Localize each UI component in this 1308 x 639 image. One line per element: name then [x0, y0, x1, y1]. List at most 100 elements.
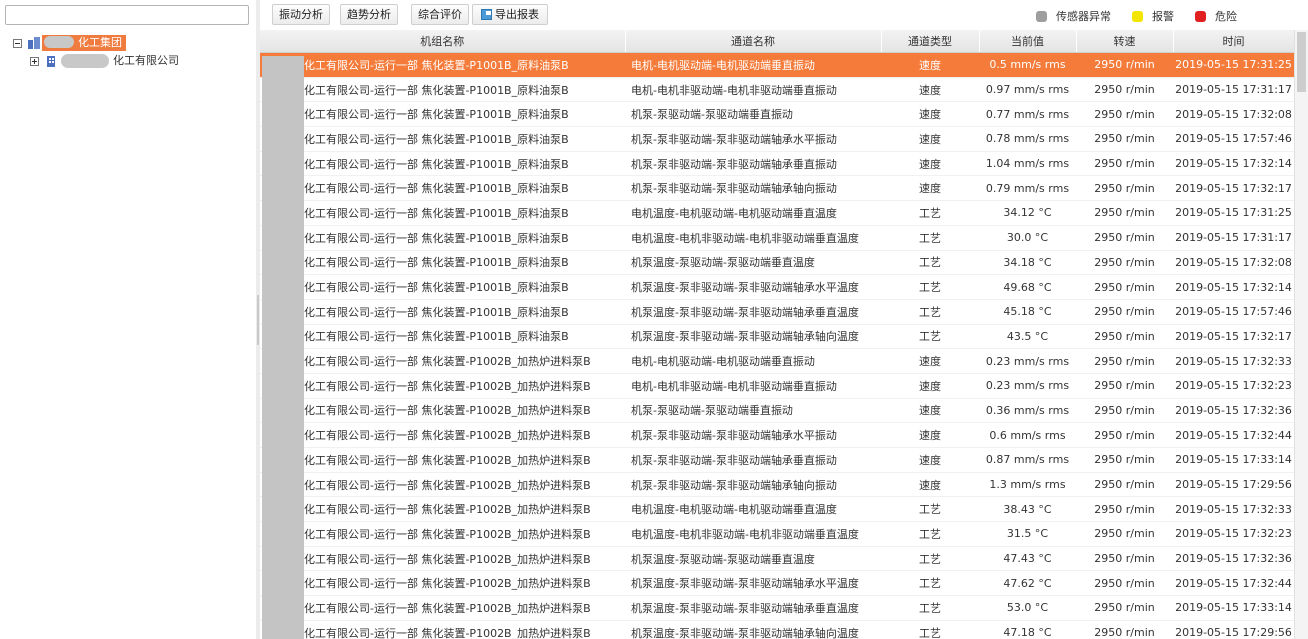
cell-unit: 化工有限公司-运行一部 焦化装置-P1001B_原料油泵B [260, 274, 625, 300]
legend-sensor-fault: 传感器异常 [1036, 8, 1111, 24]
splitter-grip[interactable] [257, 295, 259, 345]
legend-swatch-yellow [1132, 10, 1143, 22]
cell-time: 2019-05-15 17:32:23 [1173, 373, 1294, 399]
column-header-channel[interactable]: 通道名称 [625, 30, 882, 53]
tree-node-child[interactable]: 化工有限公司 [30, 53, 179, 69]
table-row[interactable]: 化工有限公司-运行一部 焦化装置-P1002B_加热炉进料泵B 机泵温度-泵非驱动… [260, 570, 1294, 597]
table-row[interactable]: 化工有限公司-运行一部 焦化装置-P1002B_加热炉进料泵B 电机-电机驱动端-… [260, 348, 1294, 374]
cell-time: 2019-05-15 17:32:08 [1173, 101, 1294, 128]
table-row[interactable]: 化工有限公司-运行一部 焦化装置-P1001B_原料油泵B 电机-电机驱动端-电机… [260, 52, 1294, 78]
cell-time: 2019-05-15 17:31:25 [1173, 52, 1294, 78]
cell-channel: 机泵-泵非驱动端-泵非驱动端轴承垂直振动 [625, 447, 881, 473]
table-row[interactable]: 化工有限公司-运行一部 焦化装置-P1002B_加热炉进料泵B 机泵-泵非驱动端-… [260, 472, 1294, 498]
table-row[interactable]: 化工有限公司-运行一部 焦化装置-P1002B_加热炉进料泵B 机泵-泵非驱动端-… [260, 447, 1294, 473]
tree-node-root[interactable]: 化工集团 [13, 35, 126, 51]
cell-speed: 2950 r/min [1076, 250, 1173, 276]
cell-time: 2019-05-15 17:31:17 [1173, 225, 1294, 251]
cell-unit: 化工有限公司-运行一部 焦化装置-P1001B_原料油泵B [260, 299, 625, 325]
table-row[interactable]: 化工有限公司-运行一部 焦化装置-P1002B_加热炉进料泵B 电机-电机非驱动端… [260, 373, 1294, 399]
vibration-analysis-button[interactable]: 振动分析 [272, 4, 330, 25]
cell-value: 30.0 °C [979, 225, 1076, 251]
export-report-label: 导出报表 [495, 8, 539, 21]
table-row[interactable]: 化工有限公司-运行一部 焦化装置-P1001B_原料油泵B 机泵-泵驱动端-泵驱动… [260, 101, 1294, 128]
cell-speed: 2950 r/min [1076, 546, 1173, 572]
column-header-time[interactable]: 时间 [1173, 30, 1294, 53]
child-label-text: 化工有限公司 [113, 54, 179, 67]
table-row[interactable]: 化工有限公司-运行一部 焦化装置-P1001B_原料油泵B 机泵-泵非驱动端-泵非… [260, 175, 1294, 202]
cell-unit: 化工有限公司-运行一部 焦化装置-P1002B_加热炉进料泵B [260, 620, 625, 639]
table-row[interactable]: 化工有限公司-运行一部 焦化装置-P1002B_加热炉进料泵B 机泵-泵非驱动端-… [260, 422, 1294, 448]
table-row[interactable]: 化工有限公司-运行一部 焦化装置-P1001B_原料油泵B 电机-电机非驱动端-电… [260, 77, 1294, 103]
cell-time: 2019-05-15 17:57:46 [1173, 126, 1294, 152]
vertical-scrollbar[interactable] [1294, 30, 1308, 639]
tree-node-child-label[interactable]: 化工有限公司 [61, 54, 179, 68]
cell-channel: 电机温度-电机非驱动端-电机非驱动端垂直温度 [625, 225, 881, 251]
table-row[interactable]: 化工有限公司-运行一部 焦化装置-P1002B_加热炉进料泵B 电机温度-电机驱动… [260, 496, 1294, 523]
cell-time: 2019-05-15 17:32:14 [1173, 151, 1294, 177]
table-row[interactable]: 化工有限公司-运行一部 焦化装置-P1001B_原料油泵B 机泵温度-泵非驱动端-… [260, 274, 1294, 300]
redacted-mask [61, 54, 109, 68]
cell-value: 0.36 mm/s rms [979, 398, 1076, 424]
table-row[interactable]: 化工有限公司-运行一部 焦化装置-P1002B_加热炉进料泵B 机泵温度-泵非驱动… [260, 620, 1294, 639]
cell-value: 38.43 °C [979, 496, 1076, 523]
scrollbar-thumb[interactable] [1297, 32, 1306, 92]
cell-channel: 机泵温度-泵驱动端-泵驱动端垂直温度 [625, 546, 881, 572]
table-row[interactable]: 化工有限公司-运行一部 焦化装置-P1002B_加热炉进料泵B 机泵温度-泵非驱动… [260, 595, 1294, 621]
cell-value: 0.6 mm/s rms [979, 422, 1076, 448]
table-row[interactable]: 化工有限公司-运行一部 焦化装置-P1001B_原料油泵B 机泵-泵非驱动端-泵非… [260, 151, 1294, 177]
cell-channel: 电机-电机非驱动端-电机非驱动端垂直振动 [625, 373, 881, 399]
cell-unit: 化工有限公司-运行一部 焦化装置-P1002B_加热炉进料泵B [260, 546, 625, 572]
cell-speed: 2950 r/min [1076, 274, 1173, 300]
cell-time: 2019-05-15 17:32:08 [1173, 250, 1294, 276]
cell-type: 工艺 [881, 620, 979, 639]
cell-speed: 2950 r/min [1076, 77, 1173, 103]
table-row[interactable]: 化工有限公司-运行一部 焦化装置-P1001B_原料油泵B 机泵-泵非驱动端-泵非… [260, 126, 1294, 152]
cell-unit: 化工有限公司-运行一部 焦化装置-P1002B_加热炉进料泵B [260, 373, 625, 399]
export-report-button[interactable]: 导出报表 [472, 4, 548, 25]
cell-unit: 化工有限公司-运行一部 焦化装置-P1001B_原料油泵B [260, 126, 625, 152]
cell-time: 2019-05-15 17:29:56 [1173, 620, 1294, 639]
redacted-mask [44, 36, 74, 48]
cell-value: 49.68 °C [979, 274, 1076, 300]
legend-danger: 危险 [1195, 8, 1237, 24]
cell-value: 0.23 mm/s rms [979, 373, 1076, 399]
cell-channel: 电机温度-电机驱动端-电机驱动端垂直温度 [625, 496, 881, 523]
cell-time: 2019-05-15 17:31:25 [1173, 200, 1294, 226]
cell-channel: 电机温度-电机非驱动端-电机非驱动端垂直温度 [625, 521, 881, 547]
table-row[interactable]: 化工有限公司-运行一部 焦化装置-P1001B_原料油泵B 机泵温度-泵非驱动端-… [260, 299, 1294, 325]
collapse-icon[interactable] [13, 38, 22, 48]
cell-value: 0.5 mm/s rms [979, 52, 1076, 78]
column-header-speed[interactable]: 转速 [1076, 30, 1174, 53]
table-row[interactable]: 化工有限公司-运行一部 焦化装置-P1001B_原料油泵B 电机温度-电机驱动端-… [260, 200, 1294, 226]
column-header-unit[interactable]: 机组名称 [260, 30, 626, 53]
table-row[interactable]: 化工有限公司-运行一部 焦化装置-P1001B_原料油泵B 机泵温度-泵驱动端-泵… [260, 250, 1294, 276]
cell-value: 0.97 mm/s rms [979, 77, 1076, 103]
cell-channel: 机泵-泵非驱动端-泵非驱动端轴承轴向振动 [625, 472, 881, 498]
cell-type: 工艺 [881, 546, 979, 572]
cell-speed: 2950 r/min [1076, 373, 1173, 399]
column-header-type[interactable]: 通道类型 [881, 30, 980, 53]
cell-time: 2019-05-15 17:33:14 [1173, 447, 1294, 473]
tree-node-root-label[interactable]: 化工集团 [42, 35, 126, 51]
table-row[interactable]: 化工有限公司-运行一部 焦化装置-P1002B_加热炉进料泵B 机泵温度-泵驱动端… [260, 546, 1294, 572]
cell-type: 速度 [881, 472, 979, 498]
cell-speed: 2950 r/min [1076, 200, 1173, 226]
cell-time: 2019-05-15 17:32:17 [1173, 175, 1294, 202]
column-header-value[interactable]: 当前值 [979, 30, 1077, 53]
cell-time: 2019-05-15 17:32:36 [1173, 398, 1294, 424]
table-row[interactable]: 化工有限公司-运行一部 焦化装置-P1001B_原料油泵B 电机温度-电机非驱动端… [260, 225, 1294, 251]
cell-value: 0.79 mm/s rms [979, 175, 1076, 202]
expand-icon[interactable] [30, 56, 39, 66]
tree-search-input[interactable] [5, 5, 249, 25]
cell-channel: 机泵温度-泵非驱动端-泵非驱动端轴承垂直温度 [625, 299, 881, 325]
table-row[interactable]: 化工有限公司-运行一部 焦化装置-P1002B_加热炉进料泵B 电机温度-电机非驱… [260, 521, 1294, 547]
cell-value: 34.12 °C [979, 200, 1076, 226]
cell-speed: 2950 r/min [1076, 447, 1173, 473]
table-row[interactable]: 化工有限公司-运行一部 焦化装置-P1002B_加热炉进料泵B 机泵-泵驱动端-泵… [260, 398, 1294, 424]
table-row[interactable]: 化工有限公司-运行一部 焦化装置-P1001B_原料油泵B 机泵温度-泵非驱动端-… [260, 324, 1294, 350]
cell-type: 速度 [881, 422, 979, 448]
trend-analysis-button[interactable]: 趋势分析 [340, 4, 398, 25]
cell-value: 1.3 mm/s rms [979, 472, 1076, 498]
overall-evaluation-button[interactable]: 综合评价 [411, 4, 469, 25]
cell-value: 0.87 mm/s rms [979, 447, 1076, 473]
